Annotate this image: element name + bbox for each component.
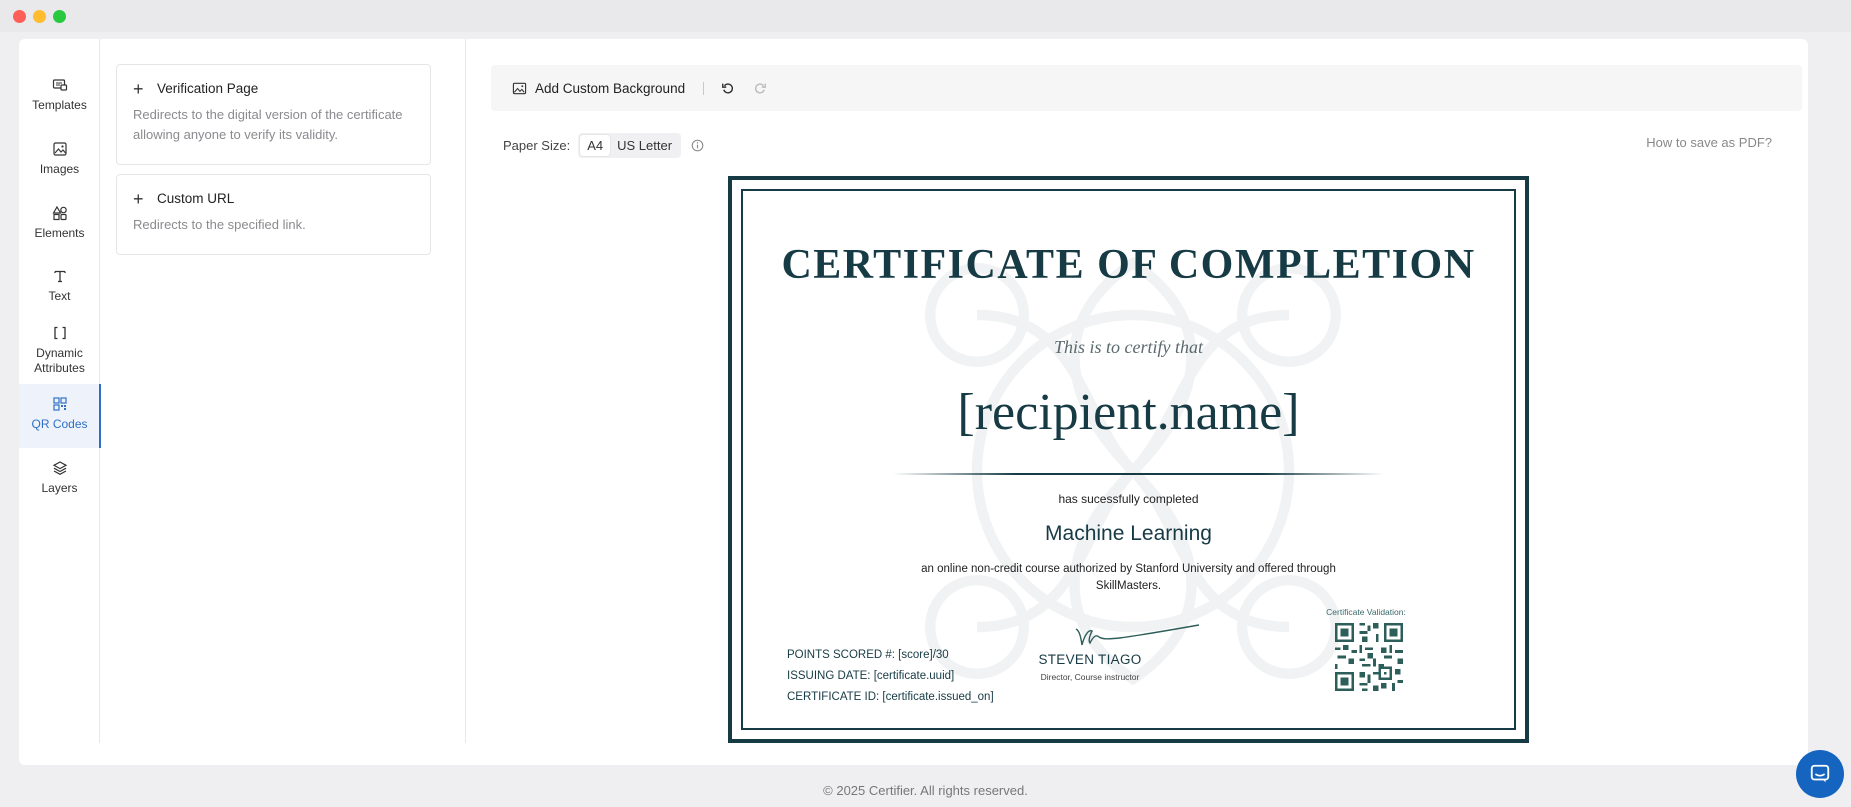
how-to-save-pdf-link[interactable]: How to save as PDF? xyxy=(1646,135,1772,150)
image-icon xyxy=(512,82,527,94)
undo-icon[interactable] xyxy=(720,80,736,96)
add-custom-background-button[interactable]: Add Custom Background xyxy=(512,81,685,96)
sidebar-item-label: Text xyxy=(48,289,71,303)
issuing-date-field: ISSUING DATE: [certificate.uuid] xyxy=(787,670,955,682)
signature-image xyxy=(1075,624,1200,646)
sidebar-item-elements[interactable]: Elements xyxy=(19,205,100,241)
minimize-window-button[interactable] xyxy=(33,10,46,23)
plus-icon: + xyxy=(133,78,144,99)
certificate-title: CERTIFICATE OF COMPLETION xyxy=(781,242,1476,288)
sidebar-item-text[interactable]: Text xyxy=(19,268,100,304)
paper-size-control: Paper Size: A4 US Letter xyxy=(503,133,704,158)
sidebar-item-label: Elements xyxy=(34,226,85,240)
qr-validation-label: Certificate Validation: xyxy=(1326,607,1406,617)
redo-icon[interactable] xyxy=(752,80,768,96)
completed-text: has sucessfully completed xyxy=(1058,492,1199,506)
text-icon xyxy=(53,270,66,283)
editor-toolbar: Add Custom Background xyxy=(491,65,1802,111)
layers-icon xyxy=(52,461,67,475)
paper-size-a4[interactable]: A4 xyxy=(580,135,611,156)
signer-role: Director, Course instructor xyxy=(1040,672,1140,682)
templates-icon xyxy=(52,79,67,91)
footer-copyright: © 2025 Certifier. All rights reserved. xyxy=(823,783,1028,798)
name-underline xyxy=(893,473,1384,475)
certificate-id-field: CERTIFICATE ID: [certificate.issued_on] xyxy=(787,691,994,703)
brackets-icon xyxy=(53,326,66,340)
certificate-canvas[interactable]: CERTIFICATE OF COMPLETION This is to cer… xyxy=(728,176,1529,743)
image-icon xyxy=(52,142,67,156)
sidebar-item-label: Dynamic Attributes xyxy=(34,346,85,375)
option-description: Redirects to the specified link. xyxy=(133,217,306,232)
sidebar-item-qr-codes[interactable]: QR Codes xyxy=(19,384,101,448)
sidebar-item-label: Templates xyxy=(32,98,87,112)
sidebar-item-layers[interactable]: Layers xyxy=(19,460,100,496)
chat-icon xyxy=(1810,764,1830,783)
qr-code-image[interactable] xyxy=(1335,623,1403,691)
certificate-inner-border: CERTIFICATE OF COMPLETION This is to cer… xyxy=(741,189,1516,730)
add-background-label: Add Custom Background xyxy=(535,80,686,96)
sidebar-item-label: Layers xyxy=(41,481,78,495)
certificate-fields: POINTS SCORED #: [score]/30 ISSUING DATE… xyxy=(787,645,994,708)
sidebar-item-images[interactable]: Images xyxy=(19,141,100,177)
sidebar-item-label: Images xyxy=(39,162,80,176)
info-icon[interactable] xyxy=(691,139,704,152)
chat-launcher-button[interactable] xyxy=(1796,750,1844,798)
course-description: an online non-credit course authorized b… xyxy=(921,563,1336,592)
certificate-subtitle: This is to certify that xyxy=(1053,337,1203,357)
paper-size-label: Paper Size: xyxy=(503,138,571,153)
app-card: Templates Images Elements Text Dynamic A… xyxy=(19,39,1808,765)
sidebar-item-templates[interactable]: Templates xyxy=(19,77,100,113)
qr-code-icon xyxy=(52,397,67,411)
qr-options-panel: + Verification Page Redirects to the dig… xyxy=(100,39,466,743)
course-name: Machine Learning xyxy=(1045,522,1212,545)
paper-size-us-letter[interactable]: US Letter xyxy=(610,135,679,156)
paper-size-toggle: A4 US Letter xyxy=(578,133,682,158)
sidebar-item-dynamic-attributes[interactable]: Dynamic Attributes xyxy=(19,325,100,376)
sidebar-item-label: QR Codes xyxy=(31,417,88,431)
signer-name: STEVEN TIAGO xyxy=(1038,652,1142,667)
sidebar: Templates Images Elements Text Dynamic A… xyxy=(19,39,101,743)
maximize-window-button[interactable] xyxy=(53,10,66,23)
recipient-name: [recipient.name] xyxy=(957,384,1300,441)
option-title: Custom URL xyxy=(157,191,235,206)
points-scored-field: POINTS SCORED #: [score]/30 xyxy=(787,649,949,661)
elements-icon xyxy=(51,205,67,221)
option-title: Verification Page xyxy=(157,81,259,96)
verification-page-option[interactable]: + Verification Page Redirects to the dig… xyxy=(116,64,431,165)
close-window-button[interactable] xyxy=(13,10,26,23)
toolbar-divider xyxy=(703,81,705,95)
option-description: Redirects to the digital version of the … xyxy=(133,107,403,142)
window-titlebar xyxy=(0,0,1851,32)
editor-area: Add Custom Background Paper Size: A4 US … xyxy=(466,39,1808,743)
plus-icon: + xyxy=(133,188,144,209)
custom-url-option[interactable]: + Custom URL Redirects to the specified … xyxy=(116,174,431,255)
